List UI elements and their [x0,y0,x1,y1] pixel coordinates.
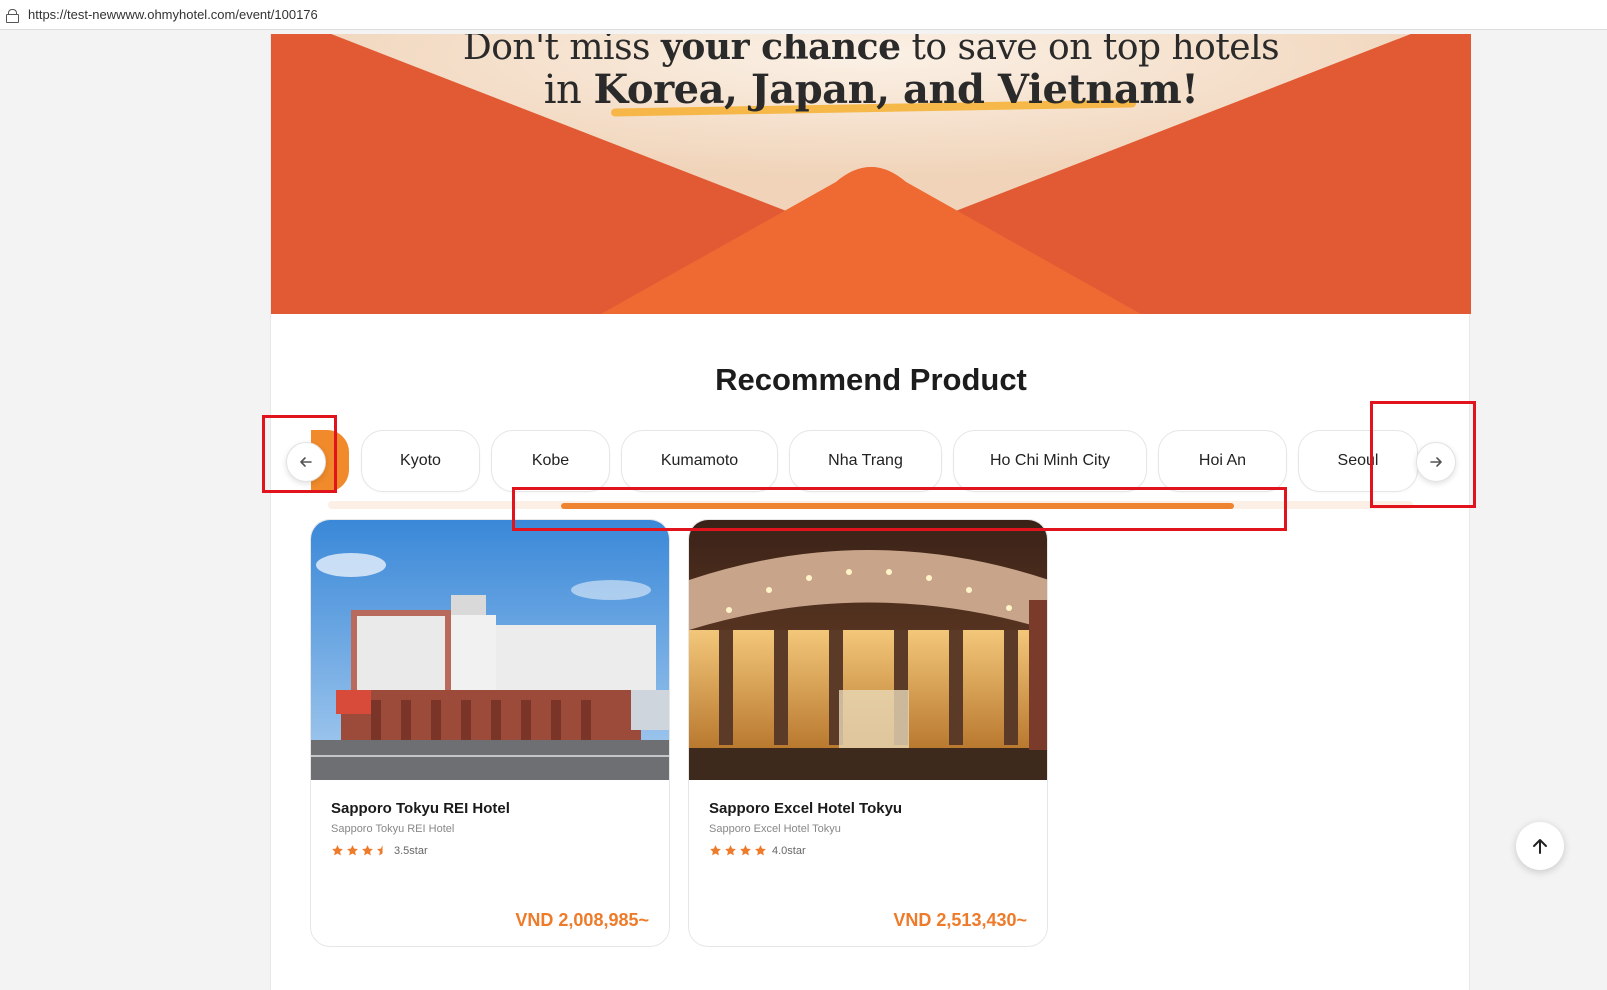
annotation-box-prev [262,415,337,493]
star-icon [710,845,721,856]
half-star-icon [377,845,383,856]
browser-url-bar[interactable]: https://test-newwww.ohmyhotel.com/event/… [0,0,1607,30]
rating-text: 3.5star [394,844,428,857]
tab-kyoto[interactable]: Kyoto [361,430,480,492]
tab-nha-trang[interactable]: Nha Trang [789,430,942,492]
hotel-price: VND 2,513,430~ [893,910,1027,930]
star-rating: 4.0star [709,844,806,857]
star-icon [347,845,358,856]
star-icon [362,845,373,856]
annotation-box-scrollbar [512,487,1287,531]
hero-headline-line2: in Korea, Japan, and Vietnam! [543,66,1199,113]
hero-headline-line1: Don't miss your chance to save on top ho… [462,34,1280,68]
hotel-subname: Sapporo Tokyu REI Hotel [331,823,455,835]
hotel-photo [689,520,1047,780]
section-title: Recommend Product [715,362,1027,397]
star-icon [740,845,751,856]
tab-hoi-an[interactable]: Hoi An [1158,430,1287,492]
arrow-up-icon [1533,839,1547,854]
product-card[interactable]: Sapporo Tokyu REI Hotel Sapporo Tokyu RE… [310,519,670,947]
hotel-photo [311,520,669,780]
annotation-box-next [1370,401,1476,508]
tab-kobe[interactable]: Kobe [491,430,610,492]
hotel-name[interactable]: Sapporo Excel Hotel Tokyu [709,800,902,817]
star-rating: 3.5star [331,844,428,857]
hotel-price: VND 2,008,985~ [515,910,649,930]
hero-banner: Don't miss your chance to save on top ho… [271,34,1471,314]
rating-text: 4.0star [772,844,806,857]
url-text[interactable]: https://test-newwww.ohmyhotel.com/event/… [28,7,318,22]
star-icon [725,845,736,856]
hotel-subname: Sapporo Excel Hotel Tokyu [709,823,841,835]
product-card[interactable]: Sapporo Excel Hotel Tokyu Sapporo Excel … [688,519,1048,947]
star-icon [755,845,766,856]
star-icon [332,845,343,856]
back-to-top-button[interactable] [1516,822,1564,870]
lock-icon [6,8,19,23]
tab-ho-chi-minh-city[interactable]: Ho Chi Minh City [953,430,1147,492]
hotel-name[interactable]: Sapporo Tokyu REI Hotel [331,800,510,817]
tab-kumamoto[interactable]: Kumamoto [621,430,778,492]
